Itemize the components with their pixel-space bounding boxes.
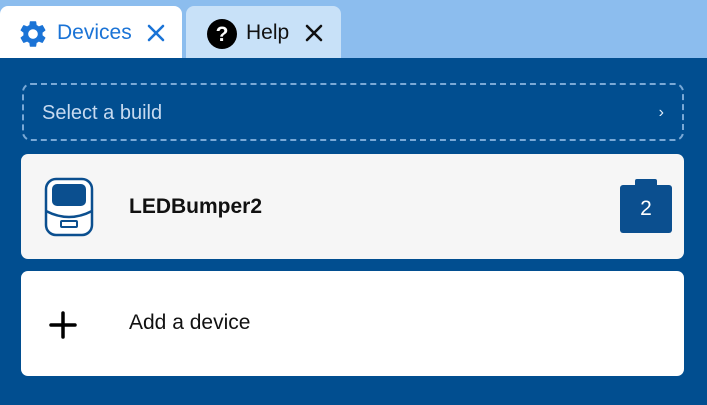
- close-icon[interactable]: [144, 21, 168, 45]
- svg-text:?: ?: [216, 23, 229, 46]
- tab-devices-label: Devices: [57, 21, 132, 44]
- device-card[interactable]: LEDBumper2 2: [21, 154, 684, 259]
- tab-bar: Devices ? Help: [0, 0, 707, 58]
- chevron-right-icon: ›: [658, 104, 664, 121]
- build-select-placeholder: Select a build: [42, 102, 163, 124]
- plus-icon: [49, 311, 77, 339]
- device-name: LEDBumper2: [129, 195, 263, 218]
- help-circle-icon: ?: [206, 18, 238, 50]
- device-count-badge: 2: [620, 179, 672, 233]
- tab-help[interactable]: ? Help: [186, 6, 341, 58]
- add-device-button[interactable]: Add a device: [21, 271, 684, 376]
- tab-help-label: Help: [246, 21, 290, 44]
- add-device-label: Add a device: [129, 311, 251, 334]
- tab-devices[interactable]: Devices: [0, 6, 182, 58]
- device-count: 2: [640, 197, 652, 220]
- device-icon: [44, 177, 94, 237]
- close-icon[interactable]: [302, 21, 326, 45]
- gear-icon: [17, 18, 49, 50]
- build-select[interactable]: Select a build ›: [22, 83, 684, 141]
- devices-panel: Select a build › LEDBumper2 2 Add a devi…: [0, 58, 707, 405]
